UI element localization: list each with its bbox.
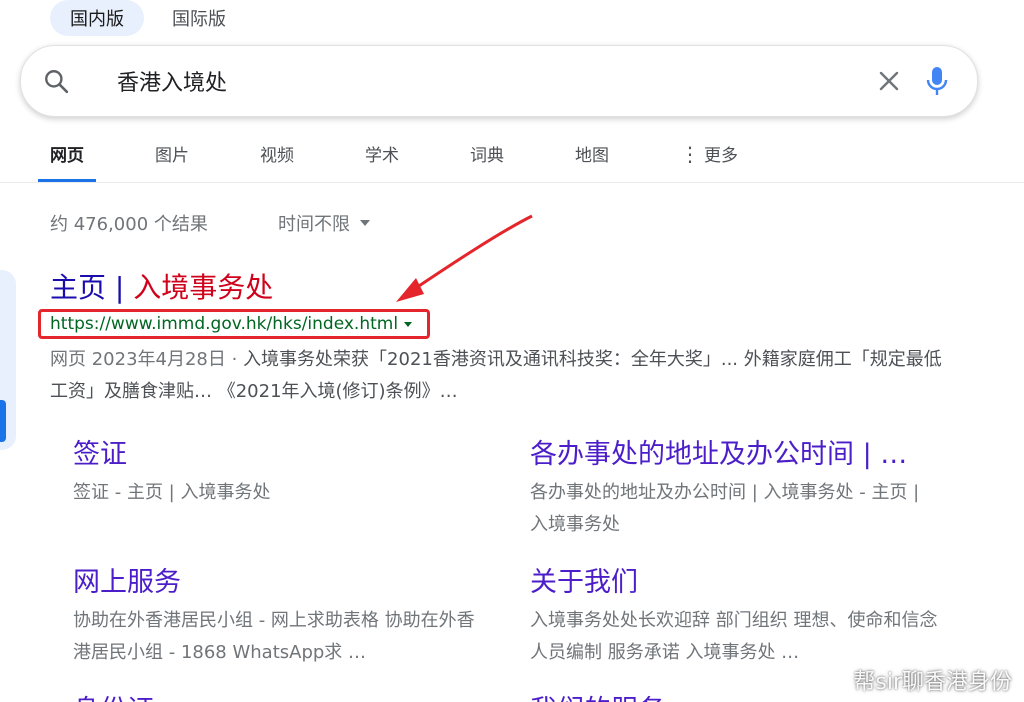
region-tab-domestic[interactable]: 国内版 [50,0,144,36]
tab-images[interactable]: 图片 [143,128,201,182]
tab-web[interactable]: 网页 [38,128,96,182]
url-dropdown-icon[interactable] [404,321,413,327]
sitelink-title[interactable]: 签证 [73,432,493,471]
sitelink-title[interactable]: 身份证 [73,688,493,702]
tab-maps[interactable]: 地图 [563,128,621,182]
more-vertical-icon: ⋮ [680,141,700,166]
watermark: 帮sir聊香港身份 [813,664,1012,696]
sitelink-office-addresses: 各办事处的地址及办公时间 | … 各办事处的地址及办公时间 | 入境事务处 - … [530,432,940,541]
region-tabs: 国内版 国际版 [50,0,246,38]
sitelink-title[interactable]: 关于我们 [530,560,940,599]
time-filter-dropdown[interactable]: 时间不限 [278,210,370,236]
sitelink-desc: 签证 - 主页 | 入境事务处 [73,482,271,503]
caret-down-icon [360,220,370,226]
sitelink-desc: 入境事务处处长欢迎辞 部门组织 理想、使命和信念 人员编制 服务承诺 入境事务处… [530,610,938,663]
microphone-icon[interactable] [925,65,949,97]
time-filter-label: 时间不限 [278,214,350,235]
search-box [20,45,978,117]
search-nav-tabs: 网页 图片 视频 学术 词典 地图 ⋮ 更多 [38,128,797,182]
tab-videos[interactable]: 视频 [248,128,306,182]
tab-more[interactable]: ⋮ 更多 [668,128,750,182]
tab-academic[interactable]: 学术 [353,128,411,182]
watermark-text: 帮sir聊香港身份 [853,670,1012,695]
result-url[interactable]: https://www.immd.gov.hk/hks/index.html [50,314,413,334]
result-url-text: https://www.immd.gov.hk/hks/index.html [50,314,399,334]
sitelink-desc: 各办事处的地址及办公时间 | 入境事务处 - 主页 | 入境事务处 [530,482,920,535]
sitelink-title[interactable]: 各办事处的地址及办公时间 | … [530,432,940,471]
weibo-logo-icon [814,669,846,693]
sitelink-online-services: 网上服务 协助在外香港居民小组 - 网上求助表格 协助在外香港居民小组 - 18… [73,560,483,669]
result-title-link[interactable]: 主页 | 入境事务处 [50,266,273,306]
tab-more-label: 更多 [704,146,738,166]
sitelink-desc: 协助在外香港居民小组 - 网上求助表格 协助在外香港居民小组 - 1868 Wh… [73,610,475,663]
result-snippet: 网页 2023年4月28日 · 入境事务处荣获「2021香港资讯及通讯科技奖：全… [50,344,950,408]
result-title-prefix: 主页 | [50,271,125,304]
annotation-arrow-icon [396,214,533,302]
region-tab-international[interactable]: 国际版 [152,0,246,36]
nav-divider [0,182,1024,183]
result-count: 约 476,000 个结果 [50,214,208,235]
sitelink-title[interactable]: 网上服务 [73,560,483,599]
sitelink-visa: 签证 签证 - 主页 | 入境事务处 [73,432,493,509]
search-icon [45,70,69,94]
sitelink-about-us: 关于我们 入境事务处处长欢迎辞 部门组织 理想、使命和信念 人员编制 服务承诺 … [530,560,940,669]
sitelink-id-card: 身份证 [73,688,493,702]
result-snippet-meta: 网页 2023年4月28日 · [50,349,244,370]
search-input[interactable] [117,64,857,98]
side-panel-indicator [0,400,6,442]
result-title-highlight: 入境事务处 [124,271,274,304]
clear-icon[interactable] [877,69,901,93]
tab-dictionary[interactable]: 词典 [458,128,516,182]
